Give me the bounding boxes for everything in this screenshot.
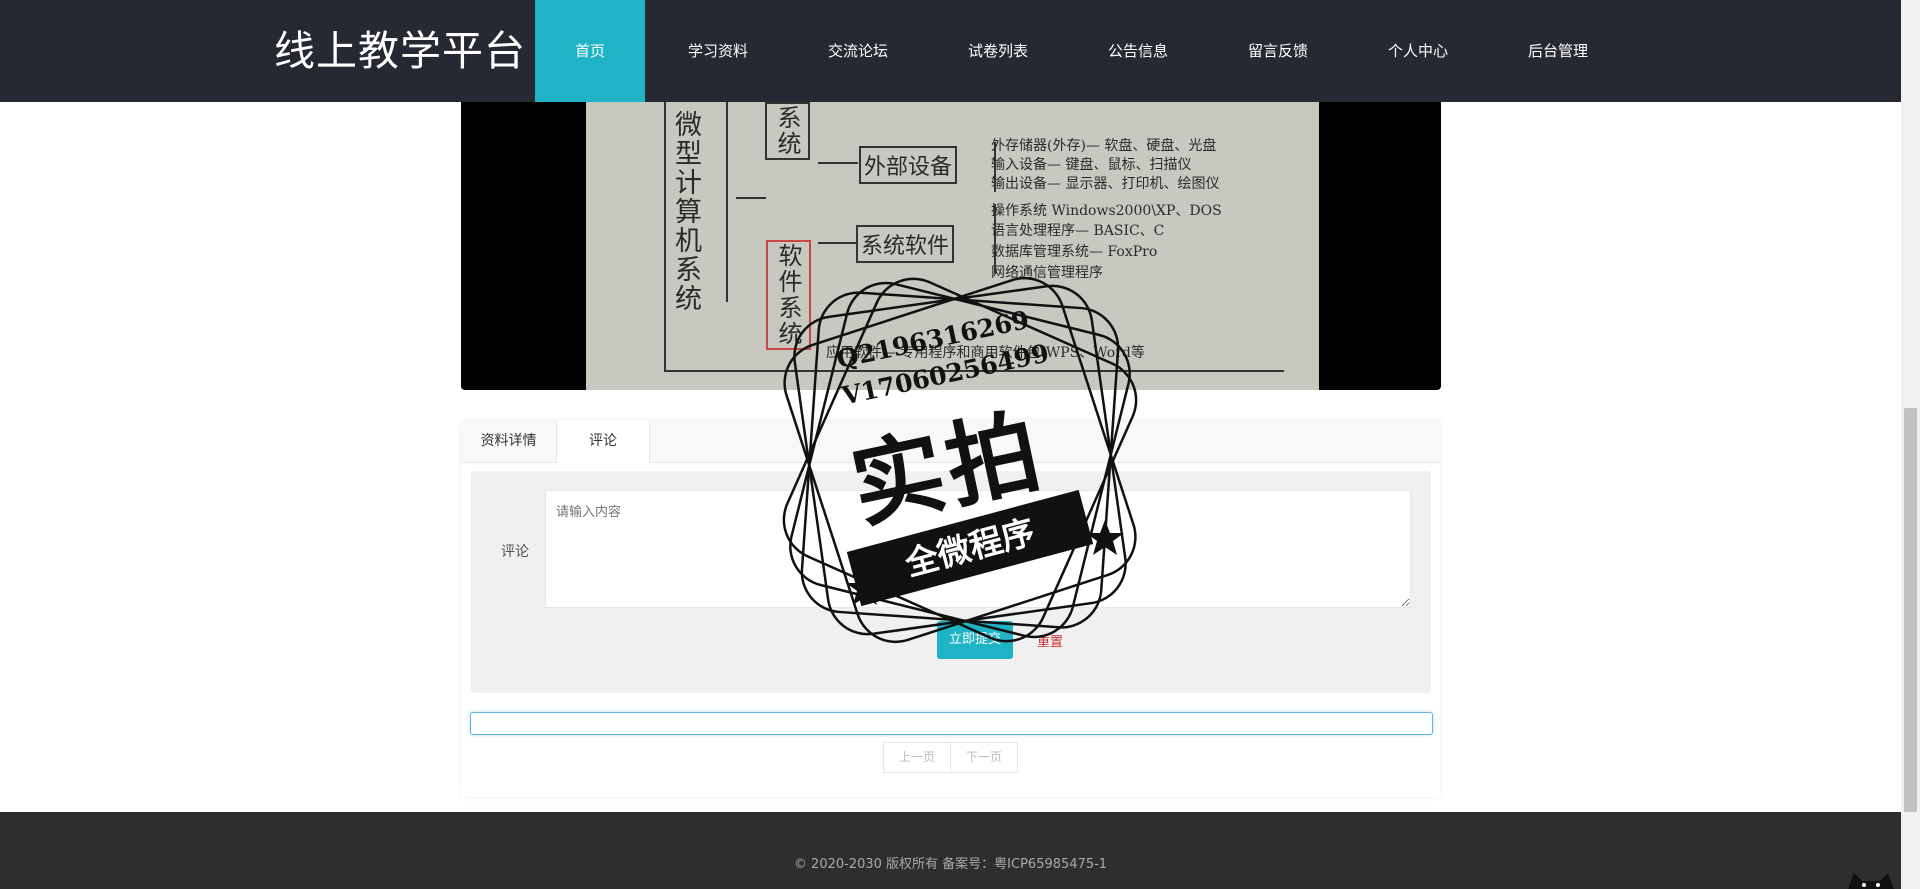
tab-material-details[interactable]: 资料详情 [461,420,556,462]
video-line-5: 语言处理程序— BASIC、C [991,223,1165,239]
video-line-2: 输入设备— 键盘、鼠标、扫描仪 [991,157,1192,173]
nav-personal-center[interactable]: 个人中心 [1351,0,1485,102]
tab-bar: 资料详情 评论 [461,420,1440,463]
nav-feedback[interactable]: 留言反馈 [1205,0,1351,102]
video-box-software: 软件系统 [766,240,811,350]
nav-forum[interactable]: 交流论坛 [791,0,925,102]
main-nav: 首页 学习资料 交流论坛 试卷列表 公告信息 留言反馈 个人中心 后台管理 [535,0,1631,102]
comment-form: 评论 立即提交 重置 [471,471,1431,693]
reset-button[interactable]: 重置 [1037,631,1063,650]
video-frame: 微型计算机系统 系统 外部设备 软件系统 系统软件 外存储器(外存)— 软盘、硬… [586,102,1319,390]
video-line-8: 应用软件— 专用程序和商用软件包(WPS、Word等 [826,345,1145,361]
comment-textarea[interactable] [545,490,1411,608]
nav-home[interactable]: 首页 [535,0,645,102]
video-line-6: 数据库管理系统— FoxPro [991,244,1158,260]
nav-exam-list[interactable]: 试卷列表 [925,0,1071,102]
video-box-peripheral: 外部设备 [859,146,958,184]
video-line-3: 输出设备— 显示器、打印机、绘图仪 [991,176,1220,192]
footer: © 2020-2030 版权所有 备案号：粤ICP65985475-1 [0,812,1901,889]
submit-button[interactable]: 立即提交 [937,621,1013,659]
scrollbar-thumb[interactable] [1904,408,1917,812]
nav-admin[interactable]: 后台管理 [1485,0,1631,102]
pagination: 上一页 下一页 [883,742,1018,773]
video-box-system-software: 系统软件 [856,225,955,263]
nav-announcements[interactable]: 公告信息 [1071,0,1205,102]
video-text-computer-system: 微型计算机系统 [670,110,701,313]
video-line-1: 外存储器(外存)— 软盘、硬盘、光盘 [991,138,1217,154]
comment-list [470,712,1433,735]
tab-comments[interactable]: 评论 [556,420,650,463]
video-line-4: 操作系统 Windows2000\XP、DOS [991,203,1222,219]
comment-label: 评论 [501,544,529,560]
video-player[interactable]: 微型计算机系统 系统 外部设备 软件系统 系统软件 外存储器(外存)— 软盘、硬… [461,102,1441,390]
nav-learning-materials[interactable]: 学习资料 [645,0,791,102]
video-box-system: 系统 [765,102,810,160]
detail-panel: 资料详情 评论 评论 立即提交 重置 上一页 下一页 [461,420,1440,797]
next-page-button[interactable]: 下一页 [951,742,1018,773]
cat-mascot-icon [1848,873,1894,889]
footer-copyright: © 2020-2030 版权所有 备案号：粤ICP65985475-1 [793,857,1108,872]
site-logo[interactable]: 线上教学平台 [274,24,526,78]
top-navbar: 线上教学平台 首页 学习资料 交流论坛 试卷列表 公告信息 留言反馈 个人中心 … [0,0,1901,102]
video-line-7: 网络通信管理程序 [991,265,1103,281]
prev-page-button[interactable]: 上一页 [883,742,951,773]
